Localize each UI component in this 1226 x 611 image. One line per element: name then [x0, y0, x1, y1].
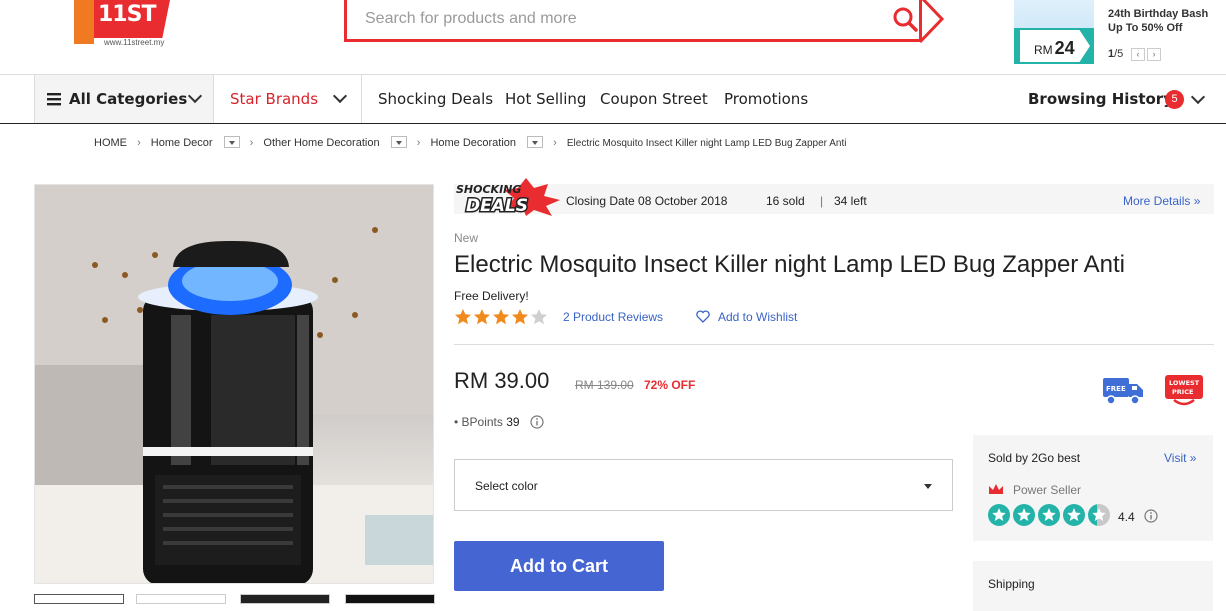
browsing-history-count-badge: 5: [1165, 90, 1184, 109]
breadcrumb-home-decoration[interactable]: Home Decoration: [430, 137, 516, 149]
shipping-panel: Shipping: [973, 561, 1213, 611]
search-input[interactable]: Search for products and more: [344, 0, 922, 42]
promo-pager: 1/5: [1108, 48, 1124, 60]
search-icon[interactable]: [892, 6, 918, 32]
chevron-right-icon: ›: [416, 137, 421, 150]
product-price: RM 39.00: [454, 368, 550, 393]
bpoints-info: • BPoints 39: [454, 415, 520, 429]
divider: [454, 344, 1214, 345]
chevron-right-icon: ›: [137, 137, 141, 150]
star-filled-icon: [455, 309, 471, 325]
seller-star-icon: [1063, 504, 1085, 526]
promo-prev-button[interactable]: ‹: [1131, 48, 1145, 61]
nav-promotions[interactable]: Promotions: [724, 90, 808, 108]
original-price: RM 139.00: [575, 378, 634, 392]
color-select[interactable]: Select color: [454, 459, 953, 511]
chevron-down-icon: [187, 88, 203, 104]
deal-divider: |: [820, 194, 824, 208]
chevron-right-icon: ›: [249, 137, 254, 150]
chevron-right-icon: ›: [553, 137, 557, 150]
star-empty-icon: [531, 309, 547, 325]
seller-star-icon: [988, 504, 1010, 526]
product-condition: New: [454, 231, 479, 245]
deal-closing-date: Closing Date 08 October 2018: [566, 194, 728, 208]
product-thumbnail[interactable]: [345, 594, 435, 604]
promo-banner[interactable]: RM 24 24th Birthday Bash Up To 50% Off 1/…: [1014, 0, 1226, 66]
shocking-deals-logo: SHOCKING DEALS: [456, 178, 560, 216]
add-to-cart-button[interactable]: Add to Cart: [454, 541, 664, 591]
seller-name: Sold by 2Go best: [988, 451, 1081, 465]
nav-hot-selling[interactable]: Hot Selling: [505, 90, 586, 108]
heart-icon[interactable]: [696, 310, 710, 323]
breadcrumb-dropdown-button[interactable]: [527, 136, 544, 149]
discount-percent: 72% OFF: [644, 378, 696, 392]
breadcrumb-current: Electric Mosquito Insect Killer night La…: [566, 137, 847, 149]
free-delivery-label: Free Delivery!: [454, 289, 529, 303]
hamburger-icon: [47, 93, 61, 106]
seller-rating-stars: [988, 504, 1113, 526]
product-thumbnail[interactable]: [34, 594, 124, 604]
chevron-down-icon: [332, 88, 348, 104]
breadcrumb-other-home-decoration[interactable]: Other Home Decoration: [263, 137, 379, 149]
free-shipping-truck-icon: FREE: [1103, 378, 1143, 405]
seller-rating-value: 4.4: [1118, 510, 1135, 524]
all-categories-menu[interactable]: All Categories: [34, 75, 214, 123]
lowest-price-badge-icon: LOWEST PRICE: [1165, 375, 1203, 406]
browsing-history-button[interactable]: Browsing History: [1028, 90, 1173, 108]
product-photo: [35, 185, 433, 583]
more-details-link[interactable]: More Details »: [1123, 194, 1200, 208]
shipping-label: Shipping: [988, 577, 1035, 591]
crown-icon: [989, 484, 1003, 494]
svg-text:SHOCKING: SHOCKING: [456, 183, 521, 196]
star-filled-icon: [474, 309, 490, 325]
nav-shocking-deals[interactable]: Shocking Deals: [378, 90, 493, 108]
color-select-label: Select color: [475, 479, 538, 493]
seller-star-icon: [1038, 504, 1060, 526]
breadcrumb: HOME › Home Decor › Other Home Decoratio…: [94, 136, 847, 151]
deal-sold-count: 16 sold: [766, 194, 805, 208]
star-filled-icon: [512, 309, 528, 325]
star-brands-menu[interactable]: Star Brands: [214, 75, 362, 123]
breadcrumb-home[interactable]: HOME: [94, 137, 127, 149]
visit-store-link[interactable]: Visit »: [1164, 451, 1196, 465]
promo-price-tag: RM 24: [1020, 30, 1090, 62]
product-rating-stars: [454, 308, 549, 326]
star-filled-icon: [493, 309, 509, 325]
promo-next-button[interactable]: ›: [1147, 48, 1161, 61]
info-icon[interactable]: [1144, 509, 1158, 523]
seller-star-icon: [1013, 504, 1035, 526]
logo-accent: [74, 0, 94, 44]
promo-subline: Up To 50% Off: [1108, 22, 1183, 34]
nav-coupon-street[interactable]: Coupon Street: [600, 90, 708, 108]
logo-text: 11ST: [98, 2, 156, 27]
power-seller-badge: Power Seller: [1013, 483, 1082, 497]
breadcrumb-dropdown-button[interactable]: [390, 136, 407, 149]
search-placeholder: Search for products and more: [365, 10, 577, 27]
svg-text:PRICE: PRICE: [1172, 388, 1193, 396]
svg-text:DEALS: DEALS: [466, 196, 528, 216]
breadcrumb-home-decor[interactable]: Home Decor: [151, 137, 213, 149]
promo-headline: 24th Birthday Bash: [1108, 8, 1209, 20]
star-brands-label: Star Brands: [230, 90, 319, 108]
add-to-wishlist-link[interactable]: Add to Wishlist: [718, 310, 797, 324]
seller-panel: Sold by 2Go best Visit » Power Seller 4.…: [973, 435, 1213, 541]
svg-text:FREE: FREE: [1106, 385, 1126, 393]
search-arrow-decoration: [918, 0, 944, 44]
product-reviews-link[interactable]: 2 Product Reviews: [563, 310, 663, 324]
seller-star-icon: [1088, 504, 1110, 526]
all-categories-label: All Categories: [69, 90, 188, 108]
caret-down-icon: [924, 484, 932, 489]
logo-url: www.11street.my: [104, 38, 165, 47]
svg-text:LOWEST: LOWEST: [1169, 379, 1200, 387]
info-icon[interactable]: [530, 415, 544, 429]
product-thumbnail[interactable]: [240, 594, 330, 604]
site-logo[interactable]: 11ST www.11street.my: [72, 0, 172, 48]
breadcrumb-dropdown-button[interactable]: [223, 136, 240, 149]
deal-stock-left: 34 left: [834, 194, 867, 208]
product-title: Electric Mosquito Insect Killer night La…: [454, 251, 1125, 278]
product-thumbnail[interactable]: [136, 594, 226, 604]
product-main-image[interactable]: [34, 184, 434, 584]
